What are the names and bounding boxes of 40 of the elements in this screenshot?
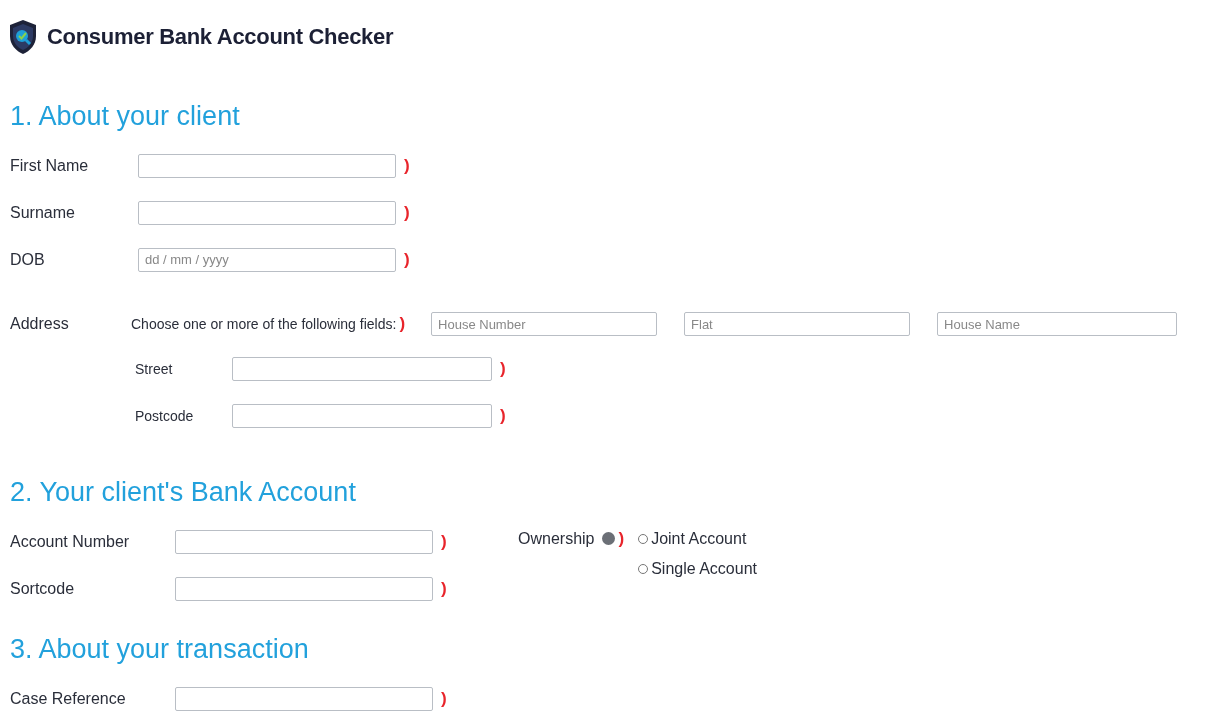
required-mark: ) — [441, 531, 447, 552]
field-label: Address — [10, 315, 70, 333]
input-field[interactable]: House Number — [431, 312, 658, 336]
required-mark: ) — [618, 528, 625, 550]
field-label: Case Reference — [10, 689, 127, 708]
help-icon[interactable] — [602, 532, 616, 545]
required-mark: ) — [399, 314, 406, 334]
required-mark: ) — [441, 688, 447, 709]
address-instruction: Choose one or more of the following fields: — [131, 316, 397, 332]
input-field[interactable]: dd / mm / yyyy — [138, 247, 396, 272]
required-mark: ) — [404, 202, 410, 223]
field-label: Surname — [10, 203, 76, 222]
field-label: Ownership — [518, 529, 595, 549]
required-mark: ) — [404, 155, 410, 176]
input-field[interactable] — [175, 576, 433, 601]
field-label: Street — [135, 360, 174, 377]
radio-option[interactable]: Single Account — [638, 554, 757, 584]
section-heading: 3. About your transaction — [10, 633, 310, 666]
field-label: First Name — [10, 156, 90, 175]
required-mark: ) — [500, 405, 506, 426]
section-heading: 1. About your client — [10, 100, 241, 133]
app-title: Consumer Bank Account Checker — [47, 24, 394, 50]
shield-logo-icon — [8, 19, 38, 55]
input-field[interactable]: Flat — [684, 312, 911, 336]
input-field[interactable] — [232, 356, 492, 381]
input-field[interactable]: House Name — [937, 312, 1178, 336]
input-field[interactable] — [175, 529, 433, 554]
required-mark: ) — [404, 249, 410, 270]
radio-option[interactable]: Joint Account — [638, 524, 757, 554]
field-label: DOB — [10, 250, 46, 269]
input-field[interactable] — [138, 200, 396, 225]
field-label: Account Number — [10, 532, 131, 551]
section-heading: 2. Your client's Bank Account — [10, 476, 357, 509]
input-field[interactable] — [175, 686, 433, 711]
field-label: Postcode — [135, 407, 195, 424]
input-field[interactable] — [138, 153, 396, 178]
field-label: Sortcode — [10, 579, 76, 598]
input-field[interactable] — [232, 403, 492, 428]
required-mark: ) — [441, 578, 447, 599]
required-mark: ) — [500, 358, 506, 379]
